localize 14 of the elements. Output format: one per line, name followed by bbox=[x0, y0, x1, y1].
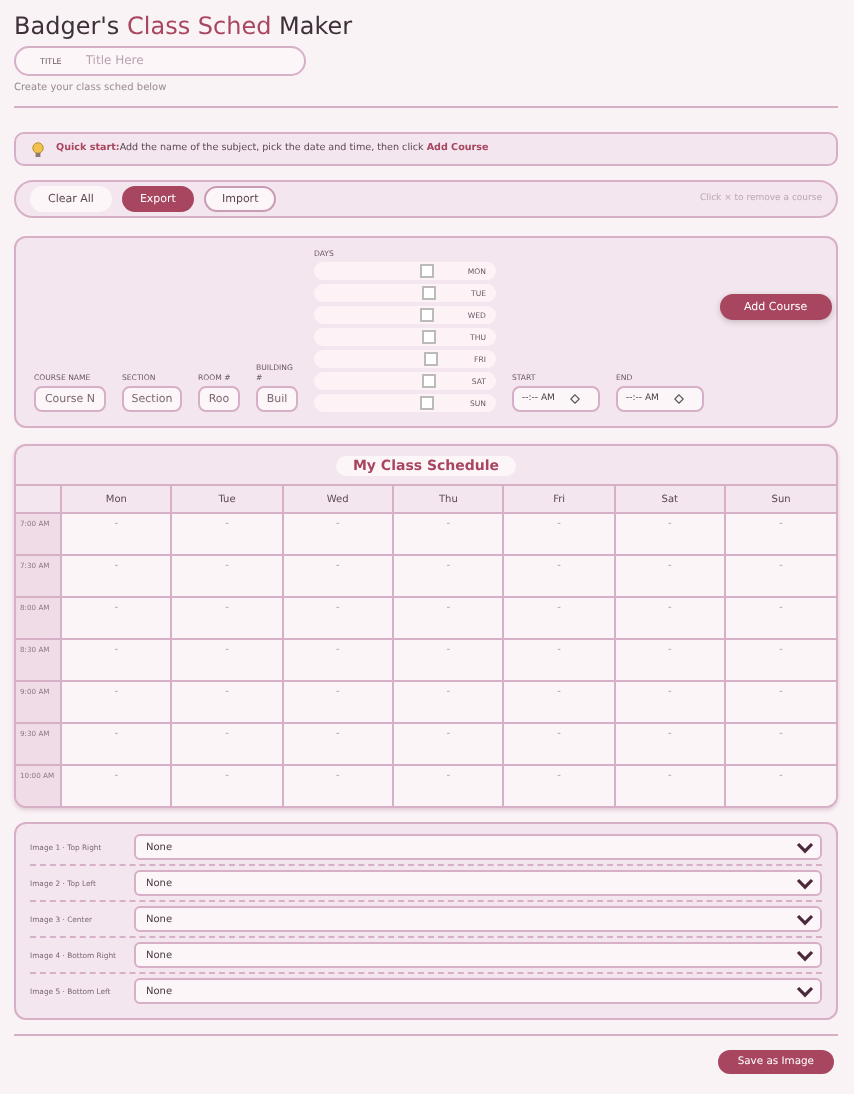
checkbox[interactable] bbox=[419, 264, 434, 278]
chevron-down-icon bbox=[796, 841, 814, 853]
checkbox[interactable] bbox=[421, 330, 436, 344]
checkbox[interactable] bbox=[423, 352, 438, 366]
app-title: Badger's Class Sched Maker bbox=[14, 12, 355, 40]
chevron-down-icon bbox=[796, 877, 814, 889]
chevron-down-icon bbox=[796, 949, 814, 961]
checkbox[interactable] bbox=[419, 308, 434, 322]
lightbulb-icon bbox=[32, 141, 44, 157]
checkbox[interactable] bbox=[421, 286, 436, 300]
chevron-down-icon bbox=[796, 913, 814, 925]
checkbox[interactable] bbox=[420, 396, 435, 410]
checkbox[interactable] bbox=[421, 374, 436, 388]
chevron-down-icon bbox=[796, 985, 814, 997]
